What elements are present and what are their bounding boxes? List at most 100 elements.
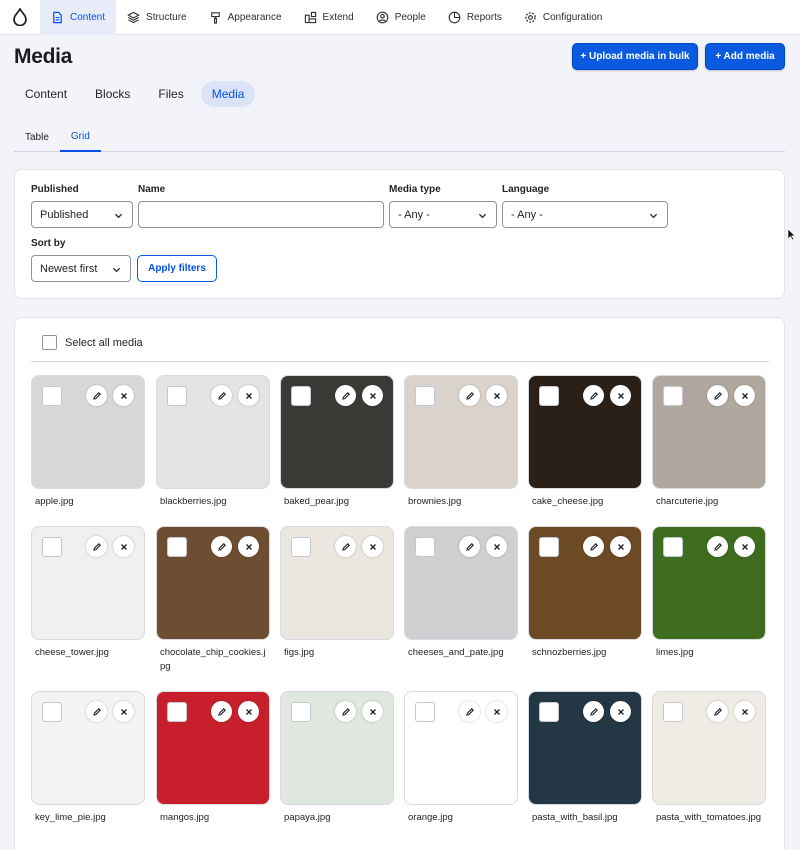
- media-item[interactable]: baked_pear.jpg: [280, 375, 394, 509]
- remove-close-icon[interactable]: [734, 385, 755, 406]
- toolbar-item-configuration[interactable]: Configuration: [513, 0, 613, 35]
- media-select-checkbox[interactable]: [167, 386, 187, 406]
- media-thumbnail[interactable]: [31, 691, 145, 805]
- select-all-checkbox[interactable]: [42, 335, 57, 350]
- edit-pencil-icon[interactable]: [335, 385, 356, 406]
- media-select-checkbox[interactable]: [167, 702, 187, 722]
- media-item[interactable]: pasta_with_basil.jpg: [528, 691, 642, 825]
- edit-pencil-icon[interactable]: [211, 701, 232, 722]
- media-select-checkbox[interactable]: [539, 702, 559, 722]
- media-item[interactable]: pasta_with_tomatoes.jpg: [652, 691, 766, 825]
- media-thumbnail[interactable]: [280, 691, 394, 805]
- edit-pencil-icon[interactable]: [86, 536, 107, 557]
- edit-pencil-icon[interactable]: [707, 701, 728, 722]
- media-select-checkbox[interactable]: [539, 537, 559, 557]
- media-select-checkbox[interactable]: [415, 702, 435, 722]
- media-item[interactable]: cheese_tower.jpg: [31, 526, 145, 660]
- toolbar-item-content[interactable]: Content: [40, 0, 117, 35]
- media-select-checkbox[interactable]: [291, 537, 311, 557]
- edit-pencil-icon[interactable]: [86, 385, 107, 406]
- remove-close-icon[interactable]: [113, 385, 134, 406]
- edit-pencil-icon[interactable]: [583, 385, 604, 406]
- remove-close-icon[interactable]: [486, 701, 507, 722]
- upload-media-in-bulk-button[interactable]: + Upload media in bulk: [572, 43, 698, 70]
- edit-pencil-icon[interactable]: [211, 385, 232, 406]
- media-item[interactable]: orange.jpg: [404, 691, 518, 825]
- media-select-checkbox[interactable]: [42, 702, 62, 722]
- edit-pencil-icon[interactable]: [335, 536, 356, 557]
- media-item[interactable]: brownies.jpg: [404, 375, 518, 509]
- media-select-checkbox[interactable]: [167, 537, 187, 557]
- media-item[interactable]: schnozberries.jpg: [528, 526, 642, 660]
- media-item[interactable]: limes.jpg: [652, 526, 766, 660]
- tab-media[interactable]: Media: [200, 81, 256, 107]
- edit-pencil-icon[interactable]: [459, 701, 480, 722]
- media-select-checkbox[interactable]: [663, 702, 683, 722]
- toolbar-item-people[interactable]: People: [365, 0, 437, 35]
- remove-close-icon[interactable]: [610, 385, 631, 406]
- media-thumbnail[interactable]: [31, 375, 145, 489]
- toolbar-item-reports[interactable]: Reports: [437, 0, 513, 35]
- media-type-select[interactable]: - Any -: [389, 201, 497, 228]
- remove-close-icon[interactable]: [238, 701, 259, 722]
- media-item[interactable]: apple.jpg: [31, 375, 145, 509]
- edit-pencil-icon[interactable]: [459, 385, 480, 406]
- remove-close-icon[interactable]: [238, 536, 259, 557]
- drupal-logo-icon[interactable]: [0, 0, 40, 35]
- tab-grid[interactable]: Grid: [59, 122, 101, 152]
- media-select-checkbox[interactable]: [415, 386, 435, 406]
- media-select-checkbox[interactable]: [663, 537, 683, 557]
- language-select[interactable]: - Any -: [502, 201, 668, 228]
- remove-close-icon[interactable]: [362, 701, 383, 722]
- tab-content[interactable]: Content: [14, 81, 78, 107]
- media-select-checkbox[interactable]: [291, 702, 311, 722]
- remove-close-icon[interactable]: [610, 536, 631, 557]
- media-select-checkbox[interactable]: [291, 386, 311, 406]
- tab-files[interactable]: Files: [147, 81, 194, 107]
- remove-close-icon[interactable]: [734, 701, 755, 722]
- media-thumbnail[interactable]: [652, 375, 766, 489]
- remove-close-icon[interactable]: [610, 701, 631, 722]
- published-select[interactable]: Published: [31, 201, 133, 228]
- add-media-button[interactable]: + Add media: [705, 43, 785, 70]
- media-thumbnail[interactable]: [156, 526, 270, 640]
- media-thumbnail[interactable]: [156, 691, 270, 805]
- edit-pencil-icon[interactable]: [459, 536, 480, 557]
- media-thumbnail[interactable]: [528, 691, 642, 805]
- edit-pencil-icon[interactable]: [86, 701, 107, 722]
- media-item[interactable]: blackberries.jpg: [156, 375, 270, 509]
- media-item[interactable]: key_lime_pie.jpg: [31, 691, 145, 825]
- media-thumbnail[interactable]: [528, 375, 642, 489]
- toolbar-item-extend[interactable]: Extend: [293, 0, 365, 35]
- media-thumbnail[interactable]: [652, 526, 766, 640]
- edit-pencil-icon[interactable]: [335, 701, 356, 722]
- name-input[interactable]: [138, 201, 384, 228]
- media-select-checkbox[interactable]: [42, 386, 62, 406]
- media-thumbnail[interactable]: [280, 375, 394, 489]
- edit-pencil-icon[interactable]: [211, 536, 232, 557]
- edit-pencil-icon[interactable]: [583, 701, 604, 722]
- remove-close-icon[interactable]: [238, 385, 259, 406]
- tab-blocks[interactable]: Blocks: [84, 81, 141, 107]
- edit-pencil-icon[interactable]: [707, 536, 728, 557]
- edit-pencil-icon[interactable]: [707, 385, 728, 406]
- remove-close-icon[interactable]: [362, 536, 383, 557]
- media-thumbnail[interactable]: [31, 526, 145, 640]
- media-item[interactable]: chocolate_chip_cookies.jpg: [156, 526, 270, 674]
- media-select-checkbox[interactable]: [415, 537, 435, 557]
- media-select-checkbox[interactable]: [663, 386, 683, 406]
- remove-close-icon[interactable]: [362, 385, 383, 406]
- apply-filters-button[interactable]: Apply filters: [137, 255, 217, 282]
- media-item[interactable]: charcuterie.jpg: [652, 375, 766, 509]
- remove-close-icon[interactable]: [113, 536, 134, 557]
- media-thumbnail[interactable]: [404, 375, 518, 489]
- media-select-checkbox[interactable]: [42, 537, 62, 557]
- media-item[interactable]: papaya.jpg: [280, 691, 394, 825]
- media-thumbnail[interactable]: [652, 691, 766, 805]
- remove-close-icon[interactable]: [113, 701, 134, 722]
- sort-by-select[interactable]: Newest first: [31, 255, 131, 282]
- media-select-checkbox[interactable]: [539, 386, 559, 406]
- media-thumbnail[interactable]: [280, 526, 394, 640]
- media-thumbnail[interactable]: [528, 526, 642, 640]
- media-item[interactable]: cheeses_and_pate.jpg: [404, 526, 518, 660]
